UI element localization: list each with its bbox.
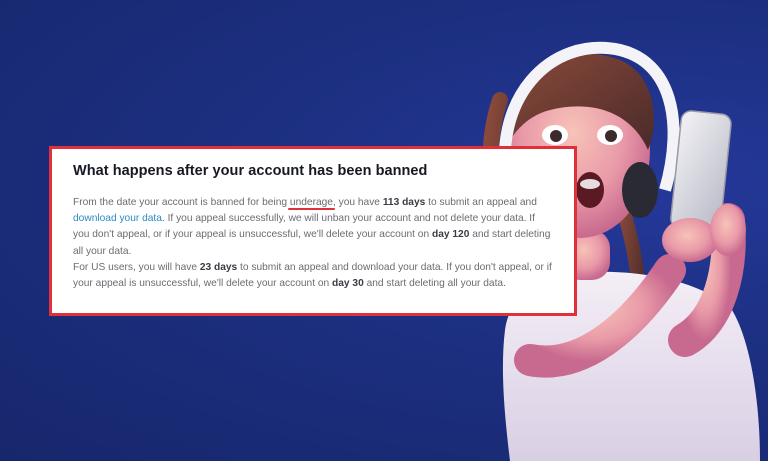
p1-days: 113 days xyxy=(382,197,426,208)
download-data-link[interactable]: download your data xyxy=(73,213,162,224)
background: What happens after your account has been… xyxy=(0,0,768,461)
p1-text-b: , you have xyxy=(332,197,383,208)
p1-day: day 120 xyxy=(431,229,470,241)
p2-text-a: For US users, you will have xyxy=(73,261,200,273)
p2-days: 23 days xyxy=(199,261,238,273)
paragraph-1: From the date your account is banned for… xyxy=(73,195,552,260)
card-title: What happens after your account has been… xyxy=(73,163,428,179)
p1-text-a: From the date your account is banned for… xyxy=(73,197,290,208)
underage-highlight: underage xyxy=(289,197,333,208)
card-body: From the date your account is banned for… xyxy=(73,195,552,292)
ban-info-card: What happens after your account has been… xyxy=(49,146,577,316)
p1-text-c: to submit an appeal and xyxy=(425,197,537,208)
paragraph-2: For US users, you will have 23 days to s… xyxy=(73,260,552,292)
p2-day: day 30 xyxy=(332,278,364,290)
p2-text-c: and start deleting all your data. xyxy=(363,278,506,290)
